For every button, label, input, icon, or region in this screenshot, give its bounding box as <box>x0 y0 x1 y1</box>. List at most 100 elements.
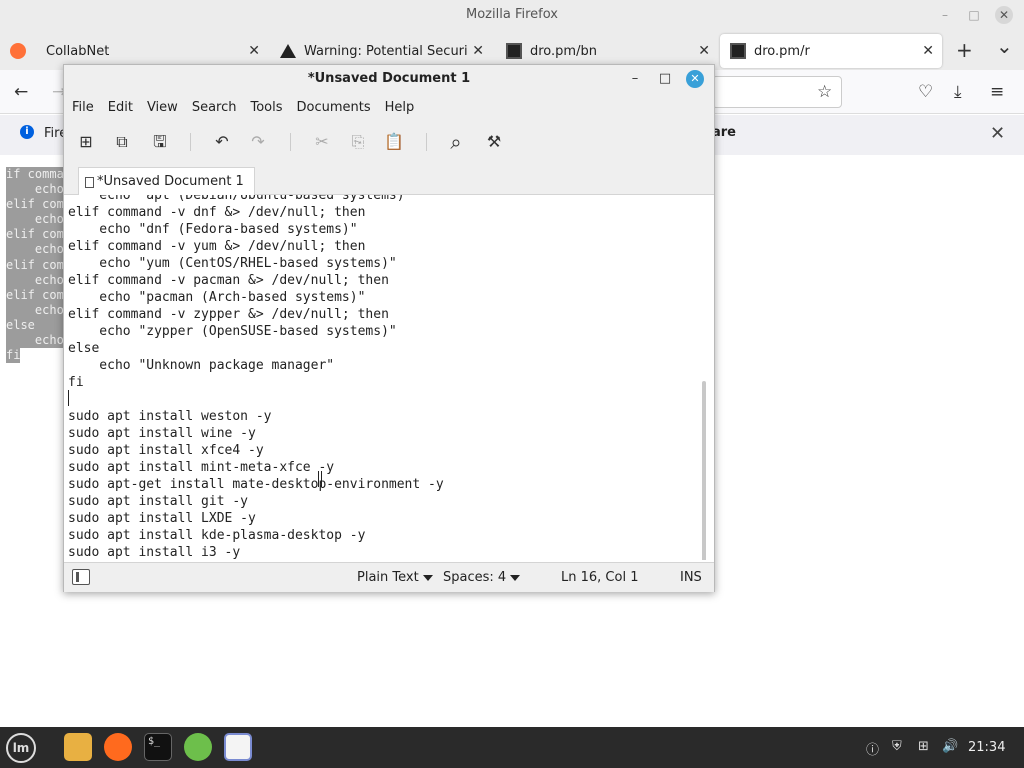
network-icon[interactable]: ⊞ <box>918 739 929 754</box>
menu-documents[interactable]: Documents <box>297 100 371 115</box>
syntax-selector[interactable]: Plain Text <box>357 570 433 585</box>
volume-icon[interactable]: 🔊 <box>942 739 958 754</box>
tab-close-icon[interactable]: ✕ <box>472 43 484 59</box>
paste-icon[interactable]: 📋 <box>384 132 404 152</box>
code-line: echo "Unknown package manager" <box>68 358 335 373</box>
text-editor-icon[interactable] <box>224 733 252 761</box>
firefox-icon[interactable] <box>104 733 132 761</box>
page-code-line: elif com <box>6 227 64 243</box>
menu-help[interactable]: Help <box>385 100 415 115</box>
tools-icon[interactable]: ⚒ <box>484 132 504 152</box>
pocket-button[interactable]: ♡ <box>918 82 933 102</box>
chevron-down-icon <box>422 574 433 581</box>
insert-mode: INS <box>680 570 702 585</box>
page-code-line: else <box>6 317 64 334</box>
save-icon[interactable]: 🖫 <box>150 132 170 152</box>
editor-close-button[interactable]: ✕ <box>686 70 704 88</box>
find-icon[interactable]: ⌕ <box>446 132 466 152</box>
open-template-icon[interactable]: ⧉ <box>112 132 132 152</box>
code-line: sudo apt-get install mate-desktop-enviro… <box>68 477 444 492</box>
info-icon: i <box>20 125 34 139</box>
tab-close-icon[interactable]: ✕ <box>922 43 934 59</box>
code-line: sudo apt install i3 -y <box>68 545 241 560</box>
editor-tab-label: *Unsaved Document 1 <box>97 174 244 189</box>
notifications-icon[interactable]: ⓘ <box>866 739 879 758</box>
editor-tab-strip: *Unsaved Document 1 <box>64 163 714 195</box>
page-code-line: echo <box>6 212 64 228</box>
back-button[interactable]: ← <box>14 82 28 102</box>
tab-label: dro.pm/bn <box>530 43 597 59</box>
app-menu-button[interactable]: ≡ <box>990 82 1004 102</box>
page-code-line: echo <box>6 302 64 318</box>
share-button[interactable]: are <box>712 125 736 140</box>
cursor-position: Ln 16, Col 1 <box>561 570 639 585</box>
menu-file[interactable]: File <box>72 100 94 115</box>
undo-icon[interactable]: ↶ <box>212 132 232 152</box>
code-line: sudo apt install mint-meta-xfce -y <box>68 460 335 475</box>
text-caret <box>68 390 69 406</box>
new-document-icon[interactable]: ⊞ <box>76 132 96 152</box>
toolbar-separator <box>190 133 191 151</box>
notification-close-button[interactable]: ✕ <box>990 123 1005 144</box>
copy-icon[interactable]: ⎘ <box>348 132 368 152</box>
tab-close-icon[interactable]: ✕ <box>698 43 710 59</box>
terminal-icon[interactable]: $_ <box>144 733 172 761</box>
editor-document-tab[interactable]: *Unsaved Document 1 <box>78 167 255 195</box>
editor-scrollbar[interactable] <box>702 381 706 560</box>
file-manager-icon[interactable] <box>64 733 92 761</box>
code-line: elif command -v dnf &> /dev/null; then <box>68 205 366 220</box>
downloads-button[interactable]: ⤓ <box>954 82 962 102</box>
code-line: sudo apt install weston -y <box>68 409 272 424</box>
code-line: fi <box>68 375 84 390</box>
menu-view[interactable]: View <box>147 100 178 115</box>
code-line: echo "pacman (Arch-based systems)" <box>68 290 366 305</box>
menu-edit[interactable]: Edit <box>108 100 133 115</box>
code-line: echo "yum (CentOS/RHEL-based systems)" <box>68 256 397 271</box>
clock[interactable]: 21:34 <box>968 740 1005 755</box>
code-line: sudo apt install kde-plasma-desktop -y <box>68 528 366 543</box>
editor-menubar: File Edit View Search Tools Documents He… <box>64 93 714 121</box>
menu-search[interactable]: Search <box>192 100 237 115</box>
page-code-line: echo <box>6 182 64 198</box>
firefox-maximize-button[interactable]: □ <box>965 6 983 24</box>
page-selected-code: if comma echo elif com echo elif com echo e… <box>6 167 64 364</box>
menu-tools[interactable]: Tools <box>250 100 282 115</box>
editor-minimize-button[interactable]: – <box>626 70 644 88</box>
redo-icon[interactable]: ↷ <box>248 132 268 152</box>
cut-icon[interactable]: ✂ <box>312 132 332 152</box>
syntax-label: Plain Text <box>357 570 419 585</box>
bookmark-star-icon[interactable]: ☆ <box>817 82 832 102</box>
tab-label: dro.pm/r <box>754 43 810 59</box>
tab-label: CollabNet <box>46 43 110 59</box>
page-code-line: if comma <box>6 167 64 183</box>
calculator-icon[interactable] <box>184 733 212 761</box>
url-bar[interactable]: ☆ <box>712 76 842 108</box>
page-code-line: fi <box>6 348 21 364</box>
page-code-line: echo <box>6 242 64 258</box>
tab-security-warning[interactable]: Warning: Potential Security ✕ <box>270 34 492 68</box>
code-line: echo "zypper (OpenSUSE-based systems)" <box>68 324 397 339</box>
editor-code: echo "apt (Debian/Ubuntu-based systems)"… <box>68 195 444 560</box>
tab-close-icon[interactable]: ✕ <box>248 43 260 59</box>
sidebar-toggle-icon[interactable] <box>72 569 90 585</box>
shield-icon[interactable]: ⛨ <box>892 739 902 754</box>
new-tab-button[interactable]: + <box>956 38 973 62</box>
editor-maximize-button[interactable]: □ <box>656 70 674 88</box>
indent-selector[interactable]: Spaces: 4 <box>443 570 521 585</box>
code-line: sudo apt install xfce4 -y <box>68 443 264 458</box>
mint-menu-icon[interactable]: lm <box>6 733 36 763</box>
editor-text-area[interactable]: echo "apt (Debian/Ubuntu-based systems)"… <box>64 195 708 560</box>
tab-dro-r[interactable]: dro.pm/r ✕ <box>720 34 942 68</box>
editor-titlebar: *Unsaved Document 1 – □ ✕ <box>64 65 714 93</box>
firefox-favicon-icon <box>10 43 26 59</box>
code-line: echo "apt (Debian/Ubuntu-based systems)" <box>68 195 413 203</box>
indent-label: Spaces: 4 <box>443 570 507 585</box>
firefox-minimize-button[interactable]: – <box>936 6 954 24</box>
tab-collabnet[interactable]: CollabNet ✕ <box>0 34 268 68</box>
code-line: sudo apt install LXDE -y <box>68 511 256 526</box>
tab-dro-bn[interactable]: dro.pm/bn ✕ <box>496 34 718 68</box>
firefox-close-button[interactable]: ✕ <box>995 6 1013 24</box>
tab-list-button[interactable]: ⌄ <box>996 34 1013 58</box>
document-icon <box>85 177 94 188</box>
